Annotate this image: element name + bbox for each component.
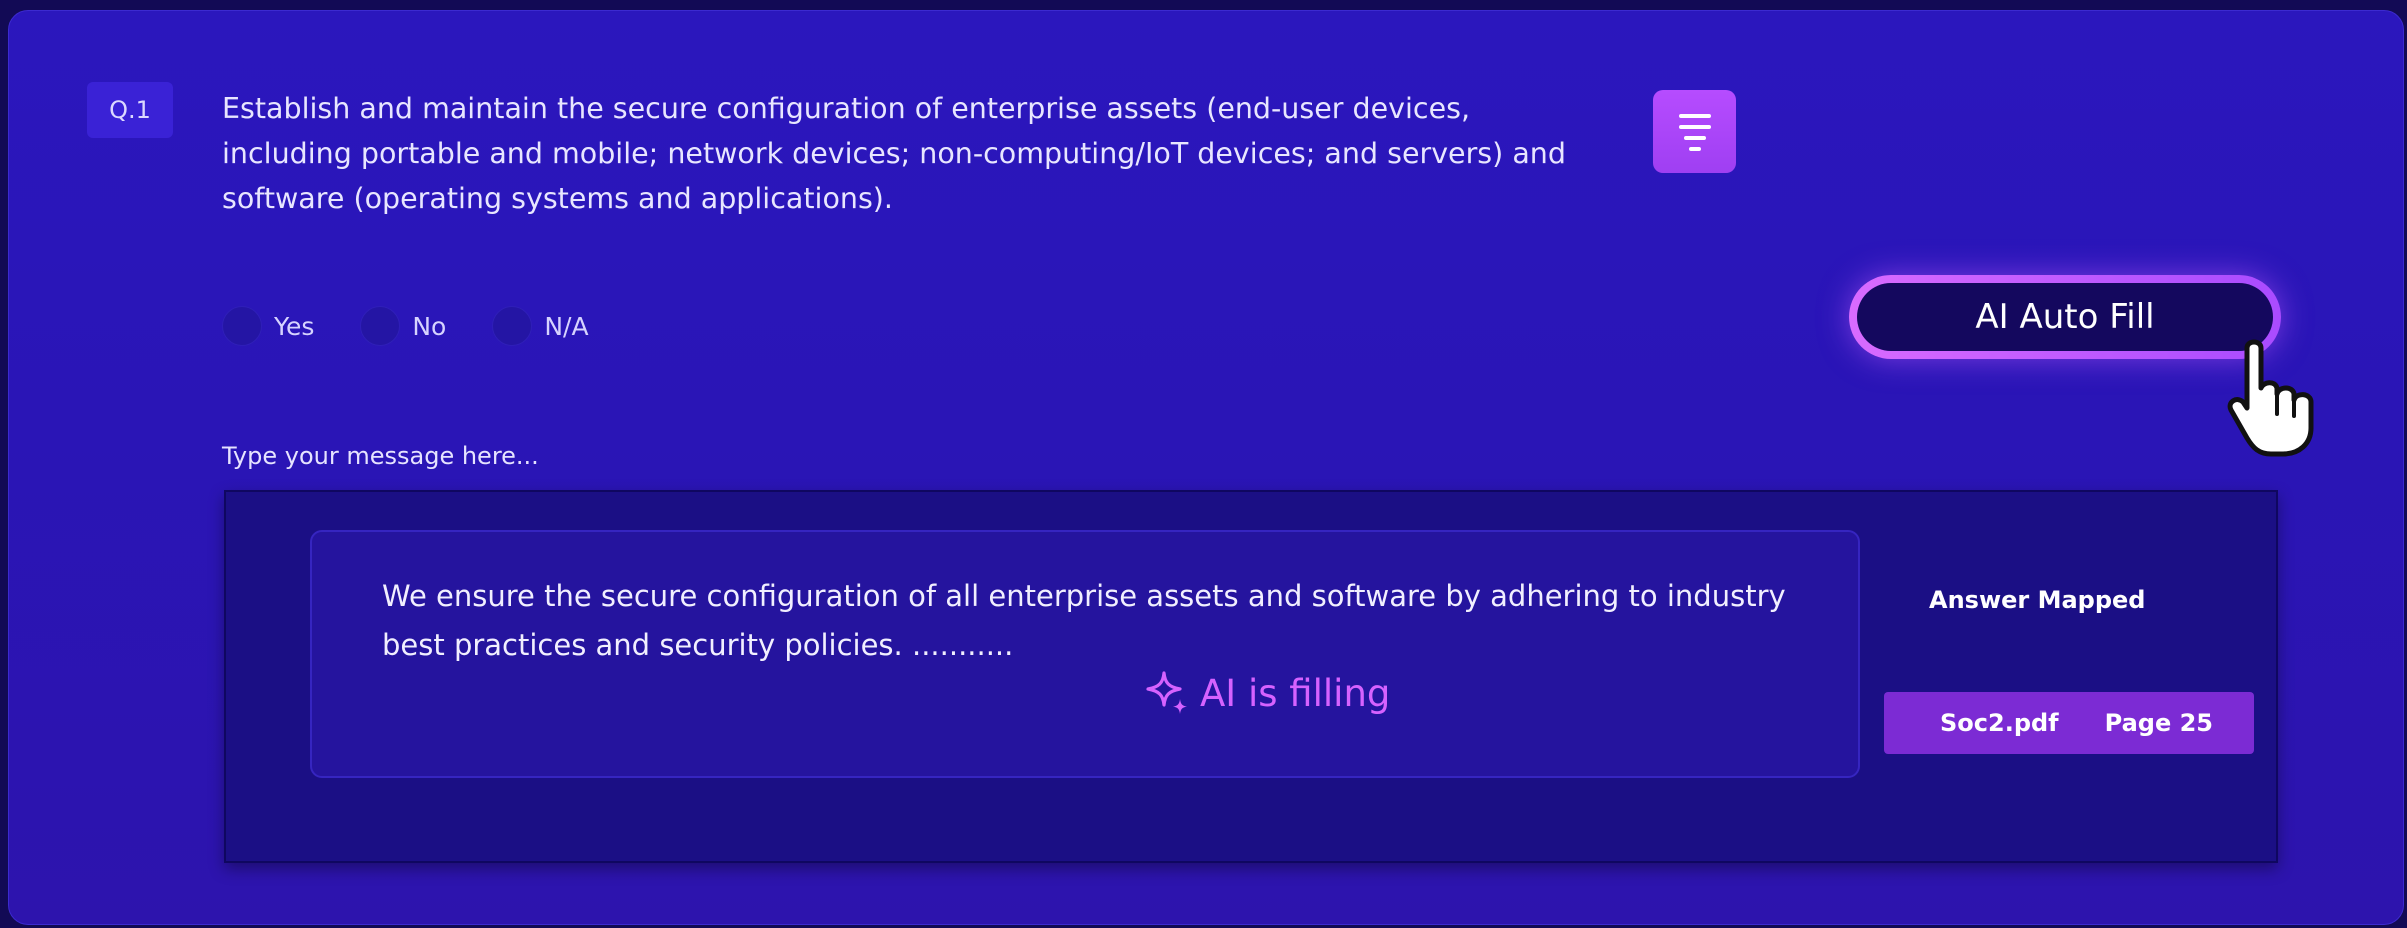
mapped-source-chip[interactable]: Soc2.pdf Page 25 <box>1884 692 2254 754</box>
radio-button[interactable] <box>360 306 401 346</box>
radio-label: N/A <box>544 311 589 341</box>
menu-button[interactable] <box>1653 90 1736 173</box>
sparkle-icon <box>1146 671 1187 714</box>
ai-filling-status: AI is filling <box>1144 668 1390 718</box>
radio-option-no[interactable]: No <box>360 306 446 346</box>
mapped-page-number: Page 25 <box>2104 709 2213 737</box>
mapped-file-name: Soc2.pdf <box>1940 709 2059 737</box>
answer-text: We ensure the secure configuration of al… <box>382 579 1786 662</box>
message-label: Type your message here... <box>222 442 539 470</box>
menu-lines-icon <box>1678 113 1711 151</box>
radio-option-na[interactable]: N/A <box>492 306 589 346</box>
radio-label: Yes <box>274 311 315 341</box>
hand-pointer-icon <box>2227 339 2314 457</box>
radio-button[interactable] <box>222 306 262 346</box>
question-number-badge: Q.1 <box>87 82 173 138</box>
answer-options: Yes No N/A <box>222 302 635 350</box>
radio-button[interactable] <box>492 306 533 346</box>
ai-filling-text: AI is filling <box>1200 671 1391 715</box>
radio-option-yes[interactable]: Yes <box>222 306 314 346</box>
question-text: Establish and maintain the secure config… <box>222 92 1566 215</box>
answer-mapped-label: Answer Mapped <box>1929 586 2146 614</box>
ai-auto-fill-label: AI Auto Fill <box>1857 283 2273 351</box>
radio-label: No <box>412 311 447 341</box>
ai-auto-fill-button[interactable]: AI Auto Fill <box>1849 275 2281 359</box>
